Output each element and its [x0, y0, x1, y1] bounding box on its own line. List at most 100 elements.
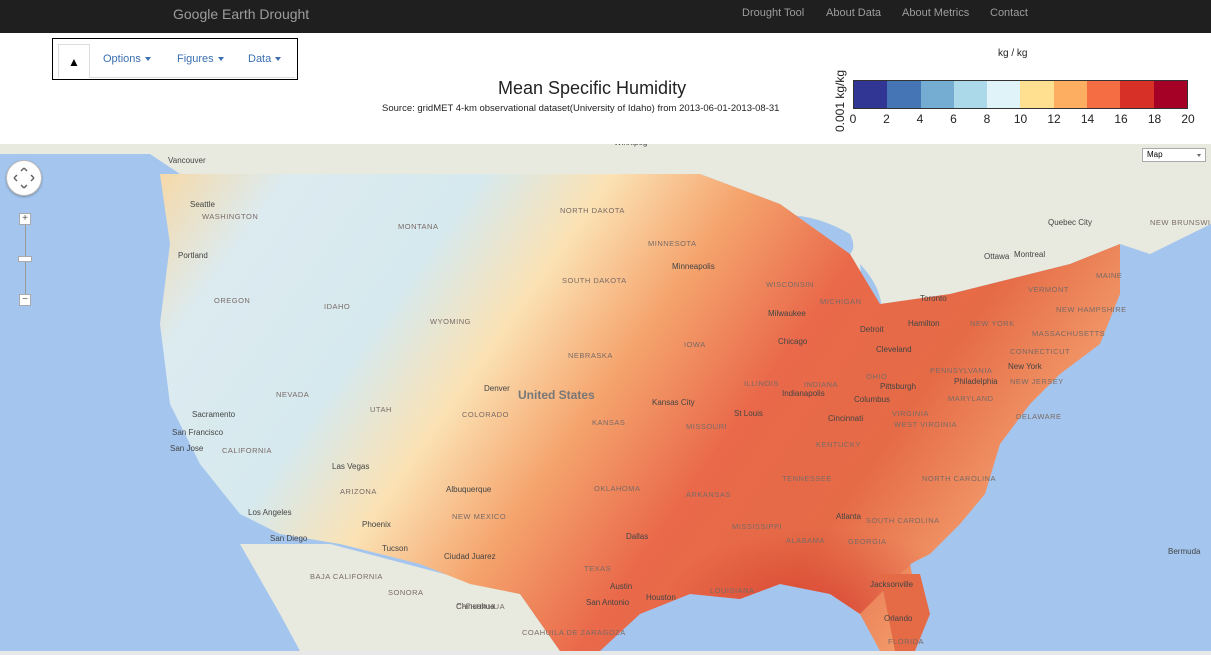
region-label: CHIHUAHUA: [456, 602, 506, 611]
region-label: UTAH: [370, 405, 392, 414]
city-label: Seattle: [190, 200, 215, 209]
colorbar-swatch: [887, 81, 921, 108]
region-label: MASSACHUSETTS: [1032, 329, 1106, 338]
maptype-label: Map: [1147, 150, 1163, 159]
region-label: IOWA: [684, 340, 706, 349]
city-label: Detroit: [860, 325, 884, 334]
region-label: COAHUILA DE ZARAGOZA: [522, 628, 626, 637]
pan-control[interactable]: [6, 160, 42, 196]
region-label: MINNESOTA: [648, 239, 697, 248]
region-label: ARIZONA: [340, 487, 377, 496]
legend-unit: kg / kg: [998, 48, 1028, 59]
colorbar-tick-label: 2: [883, 112, 890, 126]
maptype-select[interactable]: Map: [1142, 148, 1206, 162]
control-tabbar: ▲ Options Figures Data: [52, 38, 298, 80]
brand-link[interactable]: Google Earth Drought: [173, 6, 309, 22]
nav-drought-tool[interactable]: Drought Tool: [742, 7, 804, 19]
city-label: Milwaukee: [768, 309, 806, 318]
region-label: TENNESSEE: [782, 474, 832, 483]
region-label: NEW MEXICO: [452, 512, 507, 521]
colorbar-tick-label: 18: [1147, 112, 1162, 126]
colorbar-swatch: [1020, 81, 1054, 108]
map-canvas[interactable]: United States Vancouver Seattle Portland Sa…: [0, 144, 1211, 651]
city-label: San Antonio: [586, 598, 630, 607]
colorbar-tick-label: 0: [849, 112, 857, 126]
city-label: Quebec City: [1048, 218, 1093, 227]
tab-figures[interactable]: Figures: [177, 53, 224, 65]
zoom-in-button[interactable]: +: [19, 213, 31, 225]
colorbar-tick-label: 4: [916, 112, 924, 126]
nav-contact[interactable]: Contact: [990, 7, 1028, 19]
region-label: SONORA: [388, 588, 424, 597]
tab-underline: [90, 77, 295, 78]
region-label: OREGON: [214, 296, 251, 305]
city-label: Portland: [178, 251, 208, 260]
colorbar-tick-label: 12: [1047, 112, 1061, 126]
region-label: KENTUCKY: [816, 440, 861, 449]
caret-down-icon: [144, 57, 151, 62]
dropdown-arrow-icon: [1197, 154, 1201, 157]
colorbar-swatch: [854, 81, 888, 108]
colorbar-swatch: [920, 81, 954, 108]
city-label: Ciudad Juarez: [444, 552, 496, 561]
region-label: OHIO: [866, 372, 888, 381]
city-label: Cincinnati: [828, 414, 864, 423]
caret-down-icon: [275, 57, 282, 62]
colorbar: [853, 80, 1188, 109]
colorbar-tick-label: 20: [1181, 112, 1195, 126]
region-label: MISSISSIPPI: [732, 522, 783, 531]
region-label: PENNSYLVANIA: [930, 366, 993, 375]
colorbar-tick-label: 14: [1080, 112, 1095, 126]
region-label: WEST VIRGINIA: [894, 420, 958, 429]
region-label: ALABAMA: [786, 536, 825, 545]
region-label: INDIANA: [804, 380, 838, 389]
colorbar-swatch: [1053, 81, 1088, 108]
top-navbar: Google Earth Drought Drought Tool About …: [0, 0, 1211, 33]
city-label: Columbus: [854, 395, 891, 404]
nav-about-metrics[interactable]: About Metrics: [902, 7, 969, 19]
tab-data-label: Data: [248, 53, 272, 65]
region-label: TEXAS: [584, 564, 612, 573]
city-label: Denver: [484, 384, 510, 393]
region-label: OKLAHOMA: [594, 484, 641, 493]
tab-options[interactable]: Options: [103, 53, 151, 65]
colorbar-tick-label: 6: [950, 112, 957, 126]
map-subtitle: Source: gridMET 4-km observational datas…: [382, 103, 780, 114]
zoom-slider-handle[interactable]: [18, 256, 32, 262]
colorbar-swatch: [953, 81, 988, 108]
colorbar-tick-label: 8: [983, 112, 991, 126]
city-label: Tucson: [382, 544, 408, 553]
legend-axis-label: 0.001 kg/kg: [833, 69, 847, 133]
city-label: St Louis: [734, 409, 763, 418]
city-label: Los Angeles: [248, 508, 292, 517]
colorbar-swatch: [1120, 81, 1154, 108]
region-label: CALIFORNIA: [222, 446, 273, 455]
region-label: MICHIGAN: [820, 297, 862, 306]
zoom-out-button[interactable]: −: [19, 294, 31, 306]
city-label: Hamilton: [908, 319, 940, 328]
region-label: NEW BRUNSWICK: [1150, 218, 1211, 227]
caret-down-icon: [217, 57, 224, 62]
region-label: MONTANA: [398, 222, 439, 231]
region-label: BAJA CALIFORNIA: [310, 572, 383, 581]
colorbar-swatch: [1153, 81, 1187, 108]
nav-about-data[interactable]: About Data: [826, 7, 881, 19]
tab-options-label: Options: [103, 53, 141, 65]
city-label: Cleveland: [876, 345, 912, 354]
city-label: Toronto: [920, 294, 947, 303]
region-label: DELAWARE: [1016, 412, 1062, 421]
region-label: VERMONT: [1028, 285, 1069, 294]
city-label: San Jose: [170, 444, 204, 453]
region-label: FLORIDA: [888, 637, 925, 646]
city-label: San Diego: [270, 534, 308, 543]
region-label: NEVADA: [276, 390, 310, 399]
colorbar-swatch: [987, 81, 1021, 108]
city-label: Orlando: [884, 614, 913, 623]
city-label: New York: [1008, 362, 1042, 371]
region-label: COLORADO: [462, 410, 509, 419]
region-label: IDAHO: [324, 302, 351, 311]
region-label: CONNECTICUT: [1010, 347, 1071, 356]
city-label: Montreal: [1014, 250, 1046, 259]
collapse-toggle-tab[interactable]: ▲: [58, 44, 90, 78]
tab-data[interactable]: Data: [248, 53, 282, 65]
